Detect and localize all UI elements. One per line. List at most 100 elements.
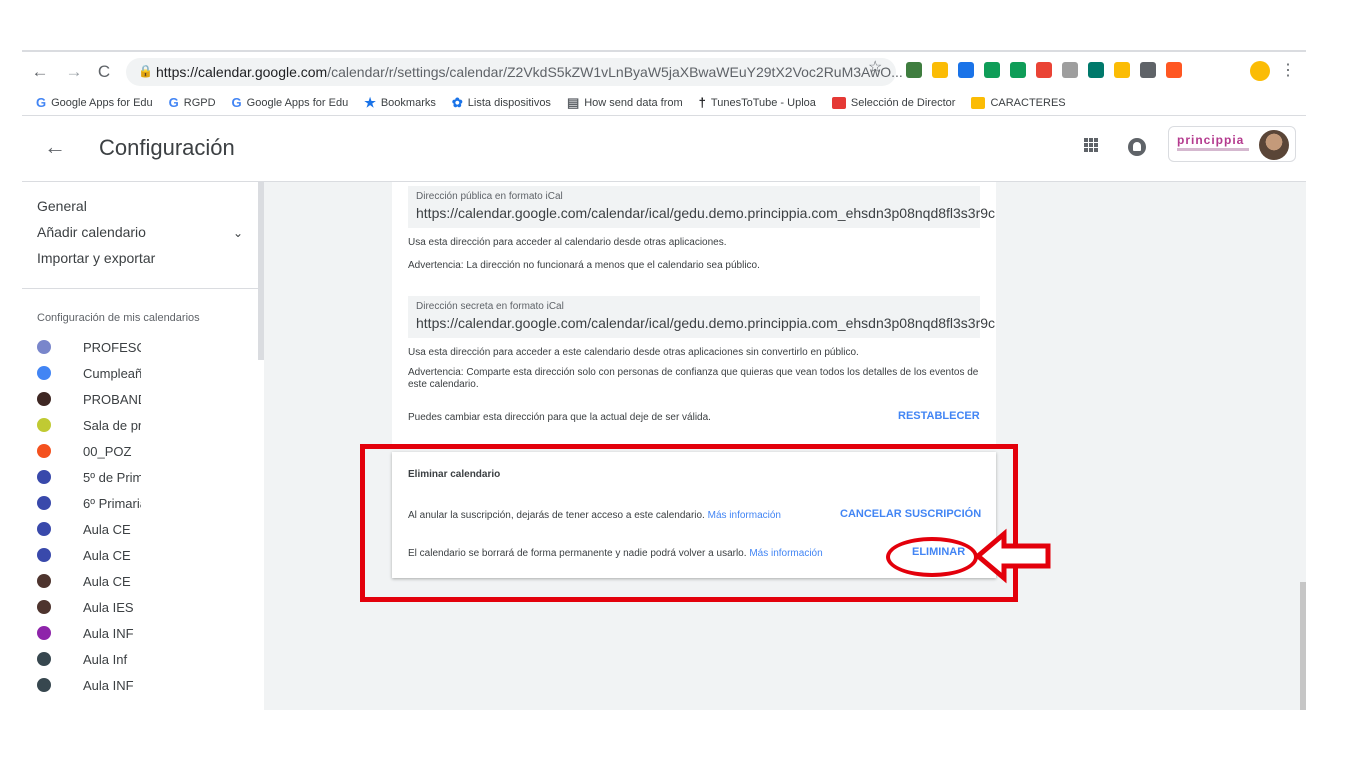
- sidebar-item-general[interactable]: General: [37, 198, 87, 214]
- cross-icon: †: [698, 95, 706, 110]
- notifications-icon[interactable]: [1128, 138, 1146, 156]
- extension-icon[interactable]: [906, 62, 922, 78]
- calendar-color-dot: [37, 392, 51, 406]
- calendar-name: 00_POZ: [83, 443, 132, 459]
- main-scrollbar[interactable]: [1300, 582, 1306, 710]
- calendar-list-item[interactable]: Cumpleaños: [37, 360, 141, 386]
- bookmark-label: Selección de Director: [850, 96, 956, 109]
- bookmark-label: RGPD: [183, 96, 216, 109]
- public-use-text: Usa esta dirección para acceder al calen…: [408, 237, 727, 248]
- calendar-list-item[interactable]: PROBANDO: [37, 386, 141, 412]
- browser-toolbar: ← → C 🔒 https://calendar.google.com/cale…: [22, 50, 1306, 90]
- calendar-list-item[interactable]: Aula CE: [37, 568, 141, 594]
- bookmark-item[interactable]: G Google Apps for Edu: [36, 95, 153, 110]
- extension-icon[interactable]: [932, 62, 948, 78]
- calendar-list-item[interactable]: Aula CE: [37, 516, 141, 542]
- public-ical-box: Dirección pública en formato iCal https:…: [408, 186, 995, 228]
- app-header: ← Configuración princippia: [22, 116, 1306, 182]
- bookmark-item[interactable]: G Google Apps for Edu: [232, 95, 349, 110]
- url-text: https://calendar.google.com/calendar/r/s…: [156, 64, 903, 80]
- forward-icon[interactable]: →: [64, 62, 84, 82]
- extension-icon[interactable]: [1166, 62, 1182, 78]
- calendar-list-item[interactable]: 5º de Primaria: [37, 464, 141, 490]
- bookmark-label: Lista dispositivos: [467, 96, 551, 109]
- bookmark-item[interactable]: ★ Bookmarks: [364, 95, 436, 111]
- calendar-list-item[interactable]: Aula INF: [37, 620, 141, 646]
- calendar-list-item[interactable]: Aula IES: [37, 594, 141, 620]
- bookmark-item[interactable]: CARACTERES: [971, 96, 1066, 109]
- calendar-color-dot: [37, 678, 51, 692]
- bookmark-label: Google Apps for Edu: [51, 96, 153, 109]
- secret-use-text: Usa esta dirección para acceder a este c…: [408, 347, 859, 358]
- profile-icon[interactable]: [1250, 61, 1270, 81]
- secret-ical-url[interactable]: https://calendar.google.com/calendar/ica…: [416, 315, 995, 331]
- chevron-down-icon[interactable]: ⌄: [233, 226, 243, 240]
- sidebar-section-title: Configuración de mis calendarios: [37, 312, 200, 324]
- calendar-color-dot: [37, 470, 51, 484]
- calendar-list-item[interactable]: 00_POZ: [37, 438, 141, 464]
- public-ical-url[interactable]: https://calendar.google.com/calendar/ica…: [416, 205, 995, 221]
- calendar-list-item[interactable]: Sala de profesores: [37, 412, 141, 438]
- public-warning-text: Advertencia: La dirección no funcionará …: [408, 260, 760, 271]
- extension-icon[interactable]: [958, 62, 974, 78]
- settings-sidebar: General Añadir calendario ⌄ Importar y e…: [22, 182, 258, 710]
- google-g-icon: G: [168, 95, 179, 110]
- bookmark-label: TunesToTube - Uploa: [710, 96, 816, 109]
- calendar-list-item[interactable]: PROFESORES: [37, 334, 141, 360]
- calendar-name: Aula CE: [83, 521, 131, 537]
- google-g-icon: G: [231, 95, 242, 110]
- bookmark-item[interactable]: G RGPD: [169, 95, 216, 110]
- bookmark-label: CARACTERES: [990, 96, 1066, 109]
- bookmark-item[interactable]: Selección de Director: [831, 96, 956, 109]
- calendar-name: Aula CE: [83, 547, 131, 563]
- account-badge[interactable]: princippia: [1168, 126, 1296, 162]
- bookmark-star-icon[interactable]: ☆: [868, 57, 882, 77]
- extension-icon[interactable]: [1036, 62, 1052, 78]
- calendar-color-dot: [37, 340, 51, 354]
- doc-icon: ▤: [566, 94, 580, 110]
- reset-button[interactable]: RESTABLECER: [898, 410, 980, 422]
- address-bar[interactable]: 🔒 https://calendar.google.com/calendar/r…: [126, 58, 903, 86]
- calendar-list-item[interactable]: 6º Primaria: [37, 490, 141, 516]
- ww-icon: [831, 96, 846, 109]
- bookmark-item[interactable]: ✿ Lista dispositivos: [452, 95, 551, 111]
- extension-icon[interactable]: [1010, 62, 1026, 78]
- calendar-name: PROFESORES: [83, 339, 141, 355]
- reload-icon[interactable]: C: [94, 62, 114, 82]
- gear-icon: ✿: [451, 94, 463, 110]
- browser-menu-icon[interactable]: ⋮: [1280, 60, 1296, 80]
- calendar-color-dot: [37, 522, 51, 536]
- pointer-arrow-icon: [974, 528, 1051, 584]
- extension-icon[interactable]: [1088, 62, 1104, 78]
- bookmark-item[interactable]: ▤ How send data from: [567, 95, 683, 111]
- back-icon[interactable]: ←: [30, 62, 50, 82]
- star-icon: ★: [364, 94, 376, 110]
- bookmarks-bar: G Google Apps for Edu G RGPD G Google Apps fo…: [22, 90, 1306, 116]
- secret-ical-box: Dirección secreta en formato iCal https:…: [408, 296, 995, 338]
- sidebar-item-import-export[interactable]: Importar y exportar: [37, 250, 155, 266]
- public-ical-label: Dirección pública en formato iCal: [416, 191, 563, 202]
- calendar-name: 6º Primaria: [83, 495, 141, 511]
- extensions-bar: [906, 62, 1182, 78]
- calendar-color-dot: [37, 600, 51, 614]
- calendar-color-dot: [37, 444, 51, 458]
- calendar-color-dot: [37, 418, 51, 432]
- apps-grid-icon[interactable]: [1084, 138, 1098, 152]
- calendar-list-item[interactable]: Aula INF: [37, 672, 141, 698]
- sidebar-item-add-calendar[interactable]: Añadir calendario: [37, 224, 146, 240]
- extension-icon[interactable]: [1062, 62, 1078, 78]
- back-arrow-icon[interactable]: ←: [44, 134, 66, 160]
- bookmark-item[interactable]: † TunesToTube - Uploa: [699, 95, 816, 110]
- calendar-color-dot: [37, 366, 51, 380]
- extension-icon[interactable]: [1140, 62, 1156, 78]
- calendar-list-item[interactable]: Aula CE: [37, 542, 141, 568]
- bookmark-label: Google Apps for Edu: [246, 96, 349, 109]
- calendar-name: Cumpleaños: [83, 365, 141, 381]
- calendar-color-dot: [37, 548, 51, 562]
- folder-icon: [971, 96, 986, 109]
- extension-icon[interactable]: [1114, 62, 1130, 78]
- extension-icon[interactable]: [984, 62, 1000, 78]
- secret-warning-text: Advertencia: Comparte esta dirección sol…: [408, 367, 979, 390]
- calendar-list-item[interactable]: Aula Inf: [37, 646, 141, 672]
- avatar[interactable]: [1259, 130, 1289, 160]
